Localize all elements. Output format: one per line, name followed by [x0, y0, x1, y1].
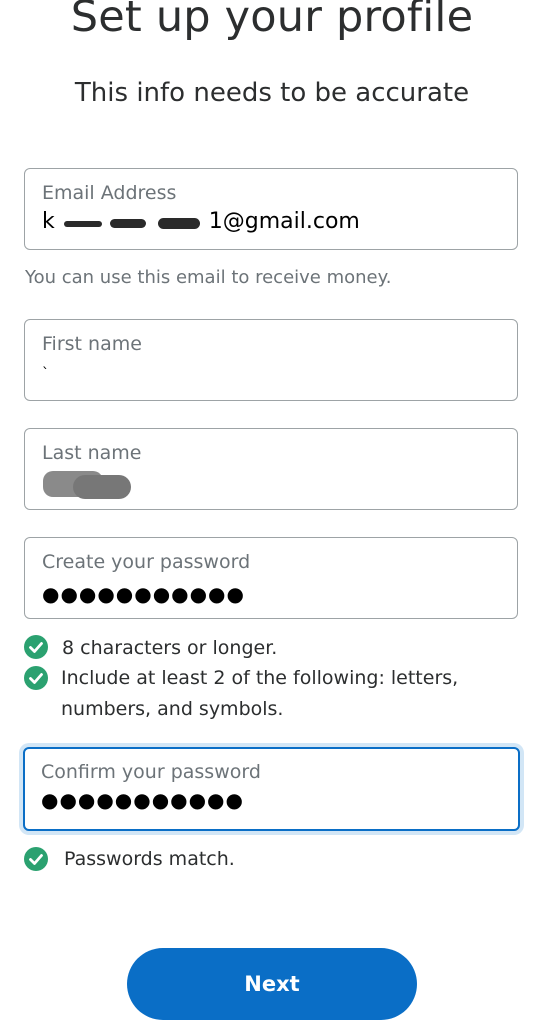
- email-value-suffix: 1@gmail.com: [208, 209, 360, 234]
- password-value: ●●●●●●●●●●●: [42, 582, 245, 606]
- page-subtitle: This info needs to be accurate: [74, 78, 470, 108]
- check-circle-icon: [24, 635, 48, 659]
- password-label: Create your password: [42, 551, 251, 573]
- password-match-text: Passwords match.: [64, 848, 235, 870]
- check-circle-icon: [24, 666, 48, 690]
- email-label: Email Address: [42, 182, 177, 204]
- email-helper-text: You can use this email to receive money.: [25, 267, 392, 288]
- confirm-password-label: Confirm your password: [41, 761, 261, 783]
- email-value-prefix: k: [42, 209, 55, 234]
- confirm-password-field[interactable]: Confirm your password ●●●●●●●●●●●: [23, 747, 520, 831]
- confirm-password-value: ●●●●●●●●●●●: [41, 788, 244, 812]
- password-rule-length-text: 8 characters or longer.: [62, 637, 278, 659]
- email-value: k 1@gmail.com: [42, 209, 360, 234]
- check-circle-icon: [24, 847, 48, 871]
- last-name-field[interactable]: Last name: [24, 428, 518, 510]
- password-field[interactable]: Create your password ●●●●●●●●●●●: [24, 537, 518, 619]
- email-field[interactable]: Email Address k 1@gmail.com: [24, 168, 518, 250]
- redaction-mark: [43, 471, 131, 499]
- first-name-field[interactable]: First name `: [24, 319, 518, 401]
- password-rule-composition-text: Include at least 2 of the following: let…: [61, 667, 459, 689]
- next-button[interactable]: Next: [127, 948, 417, 1020]
- password-rule-composition-text-cont: numbers, and symbols.: [61, 698, 284, 720]
- first-name-label: First name: [42, 333, 142, 355]
- page-title: Set up your profile: [70, 0, 474, 42]
- last-name-label: Last name: [42, 442, 142, 464]
- first-name-value: `: [42, 366, 49, 382]
- redaction-mark: [62, 215, 202, 229]
